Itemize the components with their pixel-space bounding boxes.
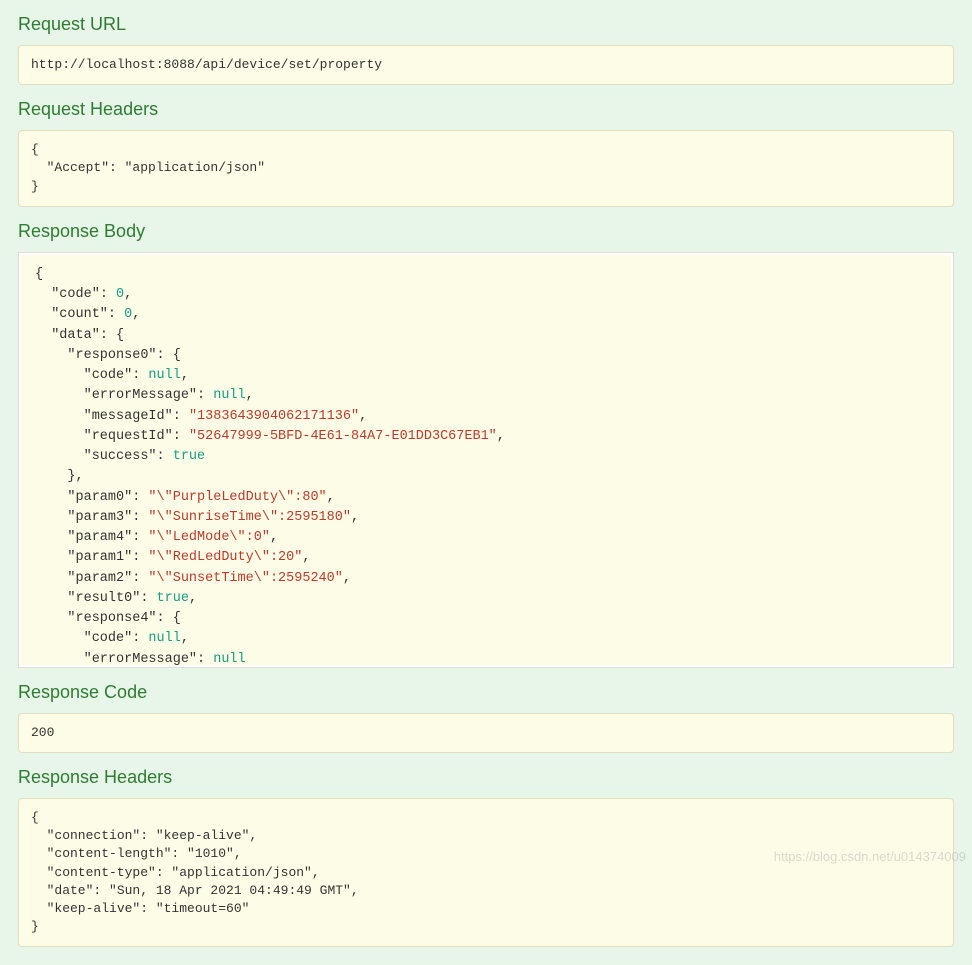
request-url-title: Request URL [18,14,954,35]
request-url-value: http://localhost:8088/api/device/set/pro… [18,45,954,85]
request-headers-title: Request Headers [18,99,954,120]
response-code-value: 200 [18,713,954,753]
response-code-title: Response Code [18,682,954,703]
response-headers-value: { "connection": "keep-alive", "content-l… [18,798,954,947]
response-body-frame: { "code": 0, "count": 0, "data": { "resp… [18,252,954,668]
request-headers-value: { "Accept": "application/json" } [18,130,954,207]
response-body-title: Response Body [18,221,954,242]
response-body-content[interactable]: { "code": 0, "count": 0, "data": { "resp… [21,255,951,665]
response-headers-title: Response Headers [18,767,954,788]
